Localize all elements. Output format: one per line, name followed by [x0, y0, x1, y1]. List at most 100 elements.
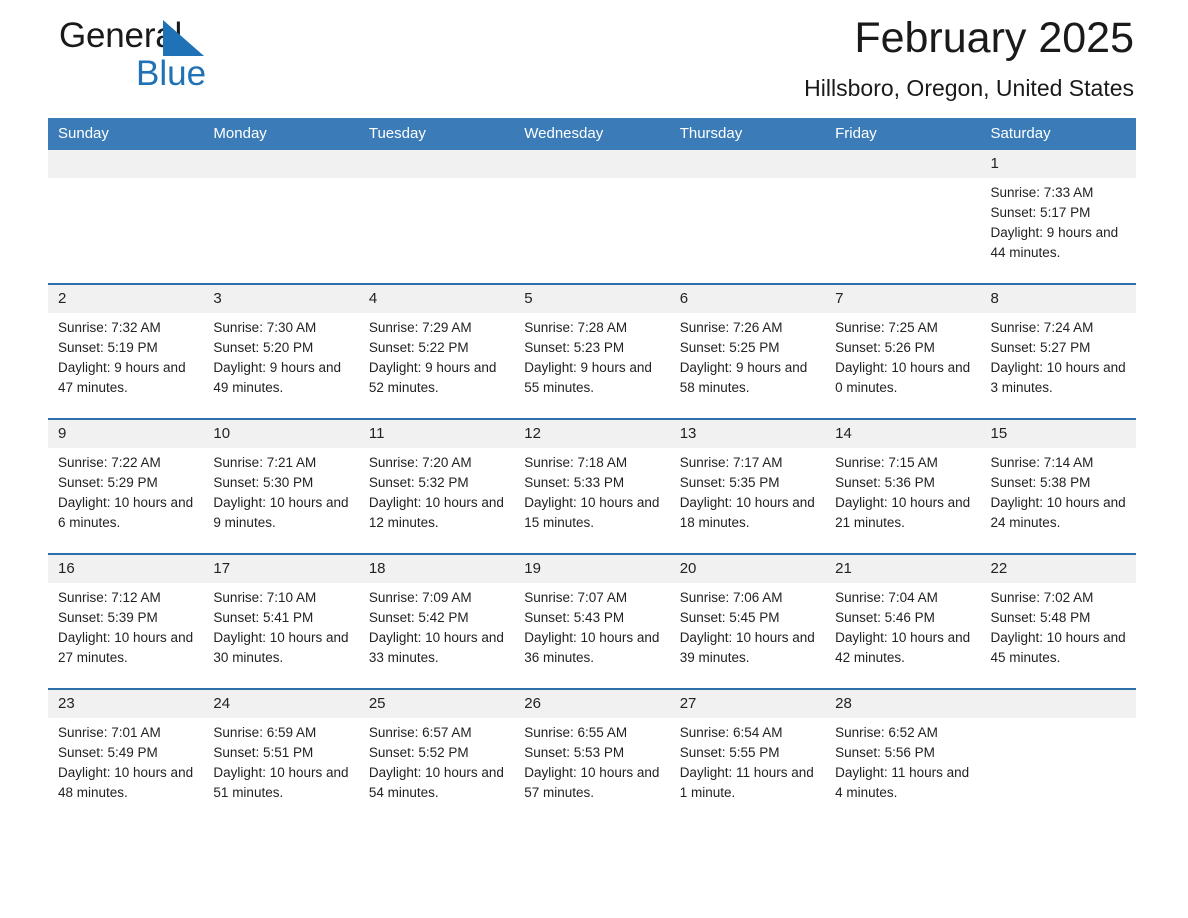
day-details: Sunrise: 7:02 AM Sunset: 5:48 PM Daylight:…	[981, 583, 1136, 668]
weekday-header-tuesday: Tuesday	[358, 118, 515, 150]
sunset-text: Sunset: 5:35 PM	[679, 475, 780, 490]
calendar-day-cell: 18 Sunrise: 7:09 AM Sunset: 5:42 PM Dayligh…	[358, 553, 515, 689]
calendar-day-cell: 11 Sunrise: 7:20 AM Sunset: 5:32 PM Dayligh…	[358, 418, 515, 554]
day-details: Sunrise: 7:20 AM Sunset: 5:32 PM Daylight:…	[359, 448, 514, 533]
daylight-text: Daylight: 10 hours and 15 minutes.	[524, 495, 660, 530]
day-number: 16	[48, 555, 204, 583]
day-details: Sunrise: 7:30 AM Sunset: 5:20 PM Daylight:…	[203, 313, 358, 398]
calendar-day-cell: 24 Sunrise: 6:59 AM Sunset: 5:51 PM Dayligh…	[203, 688, 359, 823]
daylight-text: Daylight: 9 hours and 55 minutes.	[524, 360, 652, 395]
sunrise-text: Sunrise: 7:17 AM	[679, 455, 783, 470]
day-number	[48, 150, 204, 178]
daylight-text: Daylight: 10 hours and 9 minutes.	[213, 495, 349, 530]
sunrise-text: Sunrise: 7:25 AM	[835, 320, 938, 335]
day-details: Sunrise: 7:28 AM Sunset: 5:23 PM Daylight:…	[514, 313, 669, 398]
daylight-text: Daylight: 10 hours and 57 minutes.	[524, 765, 660, 800]
sunrise-text: Sunrise: 7:01 AM	[58, 725, 161, 740]
day-number: 26	[514, 690, 670, 718]
sunset-text: Sunset: 5:19 PM	[58, 340, 158, 355]
calendar-page: General Blue February 2025 Hillsboro, Or…	[0, 0, 1188, 918]
calendar-day-cell: 17 Sunrise: 7:10 AM Sunset: 5:41 PM Dayligh…	[203, 553, 359, 689]
sunset-text: Sunset: 5:32 PM	[368, 475, 469, 490]
day-number: 1	[980, 150, 1136, 178]
calendar-day-cell: 28 Sunrise: 6:52 AM Sunset: 5:56 PM Dayligh…	[825, 688, 981, 823]
day-number: 18	[358, 555, 515, 583]
daylight-text: Daylight: 9 hours and 58 minutes.	[679, 360, 808, 395]
sunrise-text: Sunrise: 7:06 AM	[679, 590, 783, 605]
calendar-day-cell: 23 Sunrise: 7:01 AM Sunset: 5:49 PM Dayligh…	[48, 688, 204, 823]
weekday-header-wednesday: Wednesday	[514, 118, 670, 150]
sunset-text: Sunset: 5:46 PM	[835, 610, 935, 625]
sunset-text: Sunset: 5:25 PM	[679, 340, 780, 355]
daylight-text: Daylight: 10 hours and 12 minutes.	[368, 495, 504, 530]
calendar-week-row: 9 Sunrise: 7:22 AM Sunset: 5:29 PM Daylight…	[48, 418, 1136, 554]
daylight-text: Daylight: 10 hours and 33 minutes.	[368, 630, 504, 665]
calendar-day-cell-empty	[358, 150, 515, 284]
calendar-day-cell: 25 Sunrise: 6:57 AM Sunset: 5:52 PM Dayligh…	[358, 688, 515, 823]
day-details: Sunrise: 7:06 AM Sunset: 5:45 PM Daylight:…	[670, 583, 825, 668]
calendar-day-cell: 26 Sunrise: 6:55 AM Sunset: 5:53 PM Dayligh…	[514, 688, 670, 823]
day-number: 5	[514, 285, 670, 313]
day-number: 9	[48, 420, 204, 448]
calendar-day-cell: 6 Sunrise: 7:26 AM Sunset: 5:25 PM Daylight…	[669, 283, 826, 419]
daylight-text: Daylight: 9 hours and 52 minutes.	[368, 360, 497, 395]
sunset-text: Sunset: 5:45 PM	[679, 610, 780, 625]
calendar-day-cell-empty	[48, 150, 204, 284]
sunset-text: Sunset: 5:51 PM	[213, 745, 314, 760]
day-number: 15	[980, 420, 1136, 448]
day-details: Sunrise: 6:54 AM Sunset: 5:55 PM Daylight:…	[670, 718, 825, 803]
sunrise-text: Sunrise: 7:09 AM	[368, 590, 472, 605]
calendar-day-cell: 22 Sunrise: 7:02 AM Sunset: 5:48 PM Dayligh…	[980, 553, 1136, 689]
day-details: Sunrise: 7:29 AM Sunset: 5:22 PM Daylight:…	[359, 313, 514, 398]
sunset-text: Sunset: 5:20 PM	[213, 340, 314, 355]
day-details: Sunrise: 7:32 AM Sunset: 5:19 PM Daylight:…	[48, 313, 203, 398]
daylight-text: Daylight: 10 hours and 42 minutes.	[835, 630, 971, 665]
daylight-text: Daylight: 9 hours and 47 minutes.	[58, 360, 186, 395]
calendar-week-row: 2 Sunrise: 7:32 AM Sunset: 5:19 PM Daylight…	[48, 283, 1136, 419]
sunset-text: Sunset: 5:17 PM	[990, 205, 1091, 220]
sunrise-text: Sunrise: 7:02 AM	[990, 590, 1094, 605]
sunset-text: Sunset: 5:23 PM	[524, 340, 625, 355]
day-number: 3	[203, 285, 359, 313]
calendar-day-cell: 15 Sunrise: 7:14 AM Sunset: 5:38 PM Dayligh…	[980, 418, 1136, 554]
day-details: Sunrise: 7:17 AM Sunset: 5:35 PM Daylight:…	[670, 448, 825, 533]
day-number: 27	[669, 690, 826, 718]
sunrise-text: Sunrise: 6:55 AM	[524, 725, 628, 740]
daylight-text: Daylight: 10 hours and 54 minutes.	[368, 765, 504, 800]
day-details: Sunrise: 7:10 AM Sunset: 5:41 PM Daylight:…	[203, 583, 358, 668]
calendar-day-cell-empty	[514, 150, 670, 284]
title-block: February 2025 Hillsboro, Oregon, United …	[804, 10, 1134, 104]
day-number: 6	[669, 285, 826, 313]
daylight-text: Daylight: 10 hours and 3 minutes.	[990, 360, 1126, 395]
daylight-text: Daylight: 9 hours and 44 minutes.	[990, 225, 1119, 260]
daylight-text: Daylight: 9 hours and 49 minutes.	[213, 360, 341, 395]
day-number: 25	[358, 690, 515, 718]
day-number: 2	[48, 285, 204, 313]
sunrise-text: Sunrise: 7:28 AM	[524, 320, 628, 335]
day-details: Sunrise: 6:52 AM Sunset: 5:56 PM Daylight:…	[825, 718, 980, 803]
day-details: Sunrise: 7:14 AM Sunset: 5:38 PM Daylight:…	[981, 448, 1136, 533]
sunrise-text: Sunrise: 7:15 AM	[835, 455, 938, 470]
day-number	[358, 150, 515, 178]
calendar-day-cell: 10 Sunrise: 7:21 AM Sunset: 5:30 PM Dayligh…	[203, 418, 359, 554]
sunset-text: Sunset: 5:30 PM	[213, 475, 314, 490]
day-number: 21	[825, 555, 981, 583]
month-calendar: Sunday Monday Tuesday Wednesday Thursday…	[48, 118, 1136, 823]
calendar-day-cell-empty	[825, 150, 981, 284]
sunrise-text: Sunrise: 6:52 AM	[835, 725, 938, 740]
day-details: Sunrise: 7:25 AM Sunset: 5:26 PM Daylight:…	[825, 313, 980, 398]
day-details: Sunrise: 7:12 AM Sunset: 5:39 PM Daylight:…	[48, 583, 203, 668]
sunset-text: Sunset: 5:41 PM	[213, 610, 314, 625]
day-number: 4	[358, 285, 515, 313]
sunrise-text: Sunrise: 7:07 AM	[524, 590, 628, 605]
sunrise-text: Sunrise: 7:33 AM	[990, 185, 1094, 200]
sunset-text: Sunset: 5:52 PM	[368, 745, 469, 760]
page-title: February 2025	[854, 14, 1134, 62]
calendar-day-cell: 3 Sunrise: 7:30 AM Sunset: 5:20 PM Daylight…	[203, 283, 359, 419]
sunset-text: Sunset: 5:36 PM	[835, 475, 935, 490]
calendar-day-cell: 16 Sunrise: 7:12 AM Sunset: 5:39 PM Dayligh…	[48, 553, 204, 689]
calendar-day-cell: 9 Sunrise: 7:22 AM Sunset: 5:29 PM Daylight…	[48, 418, 204, 554]
day-number: 28	[825, 690, 981, 718]
daylight-text: Daylight: 10 hours and 24 minutes.	[990, 495, 1126, 530]
calendar-day-cell: 8 Sunrise: 7:24 AM Sunset: 5:27 PM Daylight…	[980, 283, 1136, 419]
